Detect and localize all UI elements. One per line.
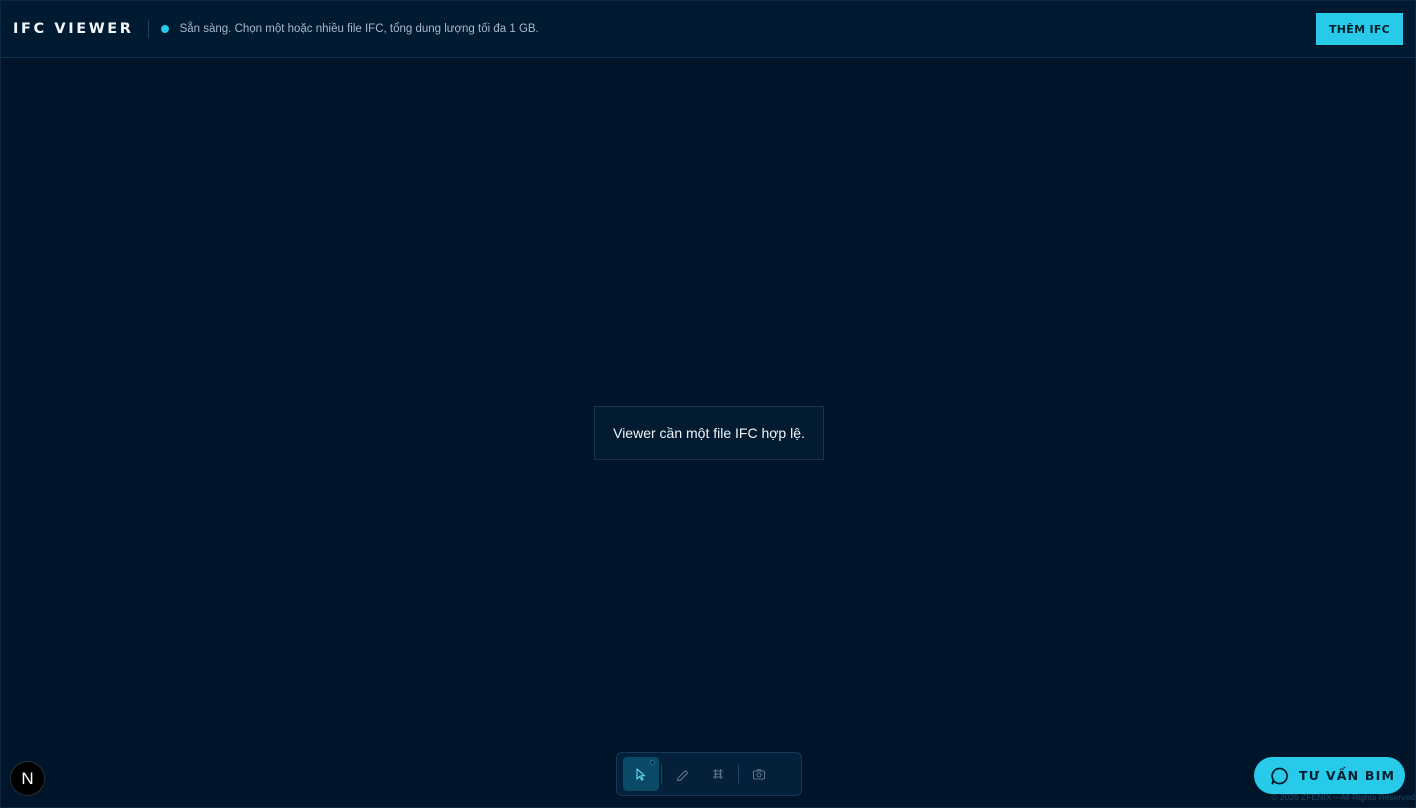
measure-tool-button[interactable] bbox=[664, 757, 700, 791]
nextjs-logo-icon: N bbox=[21, 768, 34, 788]
select-tool-button[interactable] bbox=[623, 757, 659, 791]
header-divider bbox=[147, 20, 149, 38]
screenshot-tool-button[interactable] bbox=[741, 757, 777, 791]
toolbar-separator bbox=[661, 765, 662, 783]
section-tool-button[interactable] bbox=[700, 757, 736, 791]
cursor-icon bbox=[634, 767, 648, 781]
ruler-icon bbox=[675, 767, 689, 781]
viewer-toolbar bbox=[616, 752, 802, 796]
status-indicator-dot bbox=[160, 25, 169, 33]
app-title: IFC VIEWER bbox=[13, 21, 134, 37]
empty-viewer-message-text: Viewer cần một file IFC hợp lệ. bbox=[613, 425, 805, 441]
toolbar-separator bbox=[738, 765, 739, 783]
nextjs-dev-badge[interactable]: N bbox=[10, 761, 45, 796]
status-message: Sẵn sàng. Chọn một hoặc nhiều file IFC, … bbox=[179, 23, 539, 35]
header-bar: IFC VIEWER Sẵn sàng. Chọn một hoặc nhiều… bbox=[1, 1, 1415, 58]
chat-bubble-icon bbox=[1270, 766, 1290, 786]
active-tool-dot bbox=[650, 760, 655, 765]
copyright-text: © 2026 ZFENIX – All Rights Reserved bbox=[1271, 792, 1415, 802]
add-ifc-button[interactable]: THÊM IFC bbox=[1316, 13, 1403, 45]
chat-button-label: TƯ VẤN BIM bbox=[1299, 768, 1396, 783]
section-plane-icon bbox=[711, 767, 725, 781]
bim-consult-chat-button[interactable]: TƯ VẤN BIM bbox=[1254, 757, 1405, 794]
empty-viewer-message: Viewer cần một file IFC hợp lệ. bbox=[594, 406, 824, 460]
ifc-viewer-app: IFC VIEWER Sẵn sàng. Chọn một hoặc nhiều… bbox=[0, 0, 1416, 808]
camera-icon bbox=[752, 767, 766, 781]
